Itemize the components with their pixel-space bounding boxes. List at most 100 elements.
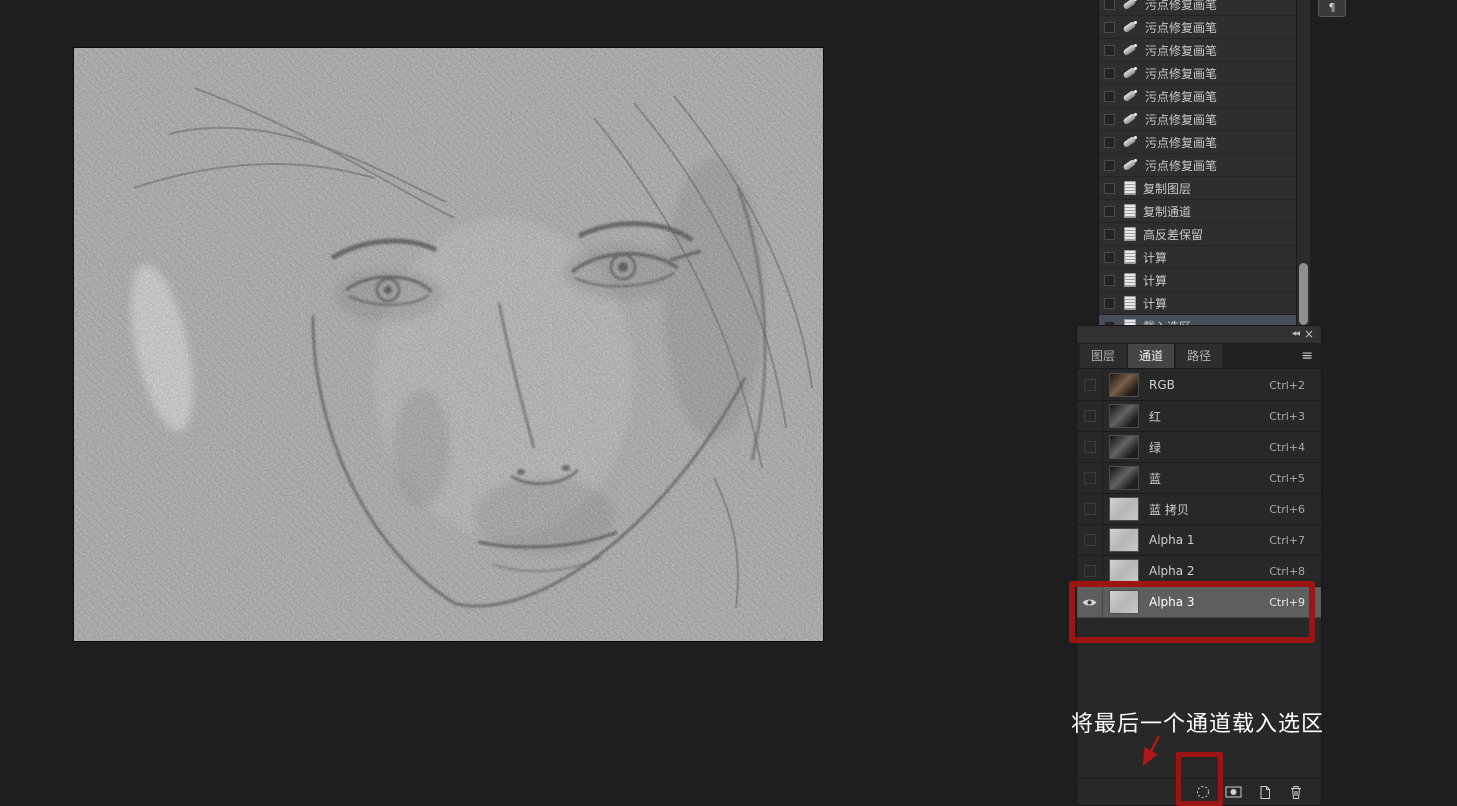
channel-thumbnail [1109,497,1139,521]
tab-layers[interactable]: 图层 [1080,344,1126,368]
history-source-checkbox[interactable] [1104,114,1115,125]
channel-thumbnail [1109,590,1139,614]
spot-healing-brush-icon [1122,135,1138,149]
history-source-checkbox[interactable] [1104,275,1115,286]
history-source-checkbox[interactable] [1104,229,1115,240]
history-source-checkbox[interactable] [1104,22,1115,33]
history-item[interactable]: 污点修复画笔 [1099,0,1296,16]
channels-panel-titlebar[interactable]: ◀◀ × [1077,326,1321,344]
history-item[interactable]: 污点修复画笔 [1099,85,1296,108]
channel-row-rgb[interactable]: RGB Ctrl+2 [1077,370,1321,401]
spot-healing-brush-icon [1122,43,1138,57]
spot-healing-brush-icon [1122,158,1138,172]
delete-channel-button[interactable] [1287,783,1305,801]
history-item[interactable]: 复制图层 [1099,177,1296,200]
channel-row-alpha1[interactable]: Alpha 1 Ctrl+7 [1077,525,1321,556]
history-source-checkbox[interactable] [1104,252,1115,263]
history-item[interactable]: 计算 [1099,269,1296,292]
channel-list: RGB Ctrl+2 红 Ctrl+3 绿 Ctrl+4 蓝 Ctrl+5 [1077,370,1321,618]
embossed-portrait-image [74,48,823,641]
history-item[interactable]: 污点修复画笔 [1099,62,1296,85]
history-source-checkbox[interactable] [1104,298,1115,309]
history-source-checkbox[interactable] [1104,137,1115,148]
channel-shortcut: Ctrl+3 [1269,410,1305,423]
channel-thumbnail [1109,559,1139,583]
history-item[interactable]: 污点修复画笔 [1099,131,1296,154]
visibility-empty-box [1084,472,1096,484]
history-scrollbar[interactable] [1296,0,1310,330]
photoshop-app: 污点修复画笔 污点修复画笔 污点修复画笔 污点修复画笔 污点修复画笔 污点修复画… [0,0,1457,806]
history-item-label: 计算 [1143,272,1167,289]
visibility-toggle[interactable] [1077,525,1103,555]
visibility-toggle[interactable] [1077,432,1103,462]
channel-shortcut: Ctrl+8 [1269,565,1305,578]
history-item[interactable]: 污点修复画笔 [1099,39,1296,62]
history-item-label: 污点修复画笔 [1145,65,1217,82]
history-item[interactable]: 计算 [1099,246,1296,269]
visibility-toggle[interactable] [1077,370,1103,400]
visibility-toggle[interactable] [1077,463,1103,493]
channel-name: 绿 [1149,439,1161,456]
history-source-checkbox[interactable] [1104,183,1115,194]
circle-in-rect-icon [1225,785,1243,799]
history-state-icon [1124,227,1136,241]
history-item[interactable]: 高反差保留 [1099,223,1296,246]
history-state-icon [1124,273,1136,287]
history-item-label: 计算 [1143,249,1167,266]
channel-row-green[interactable]: 绿 Ctrl+4 [1077,432,1321,463]
document-canvas[interactable] [74,48,823,641]
channel-row-alpha3[interactable]: Alpha 3 Ctrl+9 [1077,587,1321,618]
docked-panel-tab[interactable]: ¶ [1318,0,1346,17]
channel-shortcut: Ctrl+5 [1269,472,1305,485]
trash-icon [1289,785,1303,800]
history-source-checkbox[interactable] [1104,160,1115,171]
history-item-label: 复制通道 [1143,203,1191,220]
save-selection-as-channel-button[interactable] [1225,783,1243,801]
history-source-checkbox[interactable] [1104,91,1115,102]
channels-panel-footer [1077,778,1321,805]
history-list: 污点修复画笔 污点修复画笔 污点修复画笔 污点修复画笔 污点修复画笔 污点修复画… [1099,0,1296,330]
history-scrollbar-thumb[interactable] [1299,263,1308,325]
history-panel: 污点修复画笔 污点修复画笔 污点修复画笔 污点修复画笔 污点修复画笔 污点修复画… [1098,0,1310,330]
load-channel-as-selection-button[interactable] [1194,783,1212,801]
panel-menu-icon[interactable]: ≡ [1301,348,1313,364]
channel-shortcut: Ctrl+9 [1269,596,1305,609]
visibility-empty-box [1084,534,1096,546]
tab-channels[interactable]: 通道 [1128,344,1174,368]
channel-row-red[interactable]: 红 Ctrl+3 [1077,401,1321,432]
history-item-label: 污点修复画笔 [1145,42,1217,59]
history-item[interactable]: 污点修复画笔 [1099,154,1296,177]
channel-thumbnail [1109,528,1139,552]
channel-row-alpha2[interactable]: Alpha 2 Ctrl+8 [1077,556,1321,587]
history-item-label: 计算 [1143,295,1167,312]
channel-name: 蓝 [1149,470,1161,487]
history-item[interactable]: 污点修复画笔 [1099,16,1296,39]
spot-healing-brush-icon [1122,0,1138,11]
channel-name: RGB [1149,378,1175,392]
annotation-arrow [1132,733,1168,775]
eye-icon [1082,598,1097,607]
channel-shortcut: Ctrl+4 [1269,441,1305,454]
visibility-toggle[interactable] [1077,556,1103,586]
history-item[interactable]: 复制通道 [1099,200,1296,223]
channel-shortcut: Ctrl+7 [1269,534,1305,547]
visibility-empty-box [1084,379,1096,391]
history-source-checkbox[interactable] [1104,68,1115,79]
history-item[interactable]: 计算 [1099,292,1296,315]
visibility-toggle[interactable] [1077,401,1103,431]
collapse-panel-icon[interactable]: ◀◀ [1292,330,1299,337]
close-panel-icon[interactable]: × [1304,327,1314,341]
channel-row-blue[interactable]: 蓝 Ctrl+5 [1077,463,1321,494]
history-source-checkbox[interactable] [1104,0,1115,10]
channel-row-blue-copy[interactable]: 蓝 拷贝 Ctrl+6 [1077,494,1321,525]
history-source-checkbox[interactable] [1104,45,1115,56]
history-item-label: 高反差保留 [1143,226,1203,243]
tab-paths[interactable]: 路径 [1176,344,1222,368]
history-source-checkbox[interactable] [1104,206,1115,217]
visibility-toggle[interactable] [1077,494,1103,524]
visibility-empty-box [1084,441,1096,453]
panel-tabbar: 图层 通道 路径 ≡ [1077,344,1321,369]
new-channel-button[interactable] [1256,783,1274,801]
history-item[interactable]: 污点修复画笔 [1099,108,1296,131]
visibility-toggle[interactable] [1077,587,1103,617]
